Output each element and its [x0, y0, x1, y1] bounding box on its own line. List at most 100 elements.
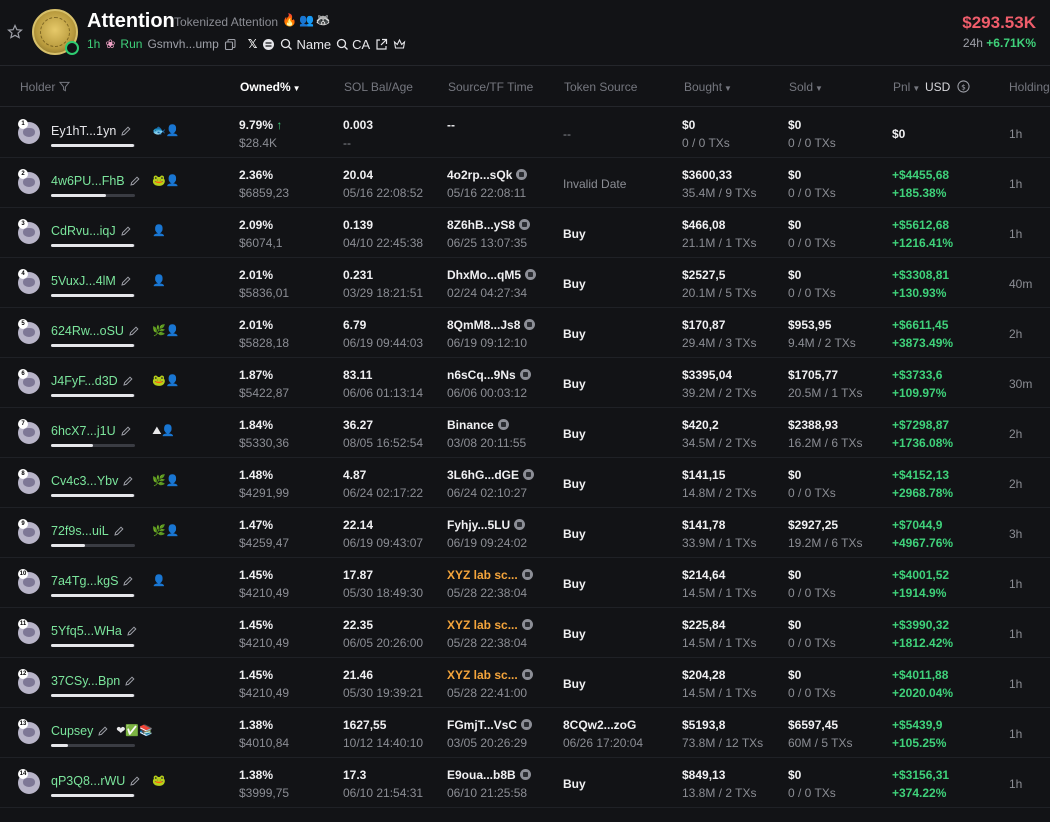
table-row[interactable]: 9 72f9s...uiL 🌿👤 1.47% $4259,47 22.14 06… [0, 508, 1050, 558]
edit-icon[interactable] [122, 575, 134, 587]
edit-icon[interactable] [113, 525, 125, 537]
funding-time: 03/08 20:11:55 [447, 436, 527, 450]
funding-source[interactable]: XYZ lab sc... [447, 618, 533, 632]
funding-time: 03/05 20:26:29 [447, 736, 528, 750]
table-row[interactable]: 8 Cv4c3...Ybv 🌿👤 1.48% $4291,99 4.87 06/… [0, 458, 1050, 508]
col-owned[interactable]: Owned% ▼ [240, 80, 301, 94]
copy-address-icon[interactable] [523, 469, 535, 480]
funding-source[interactable]: -- [447, 118, 455, 132]
funding-source[interactable]: DhxMo...qM5 [447, 268, 536, 282]
holder-address[interactable]: 6hcX7...j1U [51, 424, 132, 438]
copy-address-icon[interactable] [519, 769, 531, 780]
holder-address[interactable]: 4w6PU...FhB [51, 174, 141, 188]
funding-time: 05/28 22:38:04 [447, 636, 528, 650]
table-row[interactable]: 12 37CSy...Bpn 1.45% $4210,49 21.46 05/3… [0, 658, 1050, 708]
x-twitter-icon[interactable]: 𝕏 [248, 37, 258, 51]
table-row[interactable]: 2 4w6PU...FhB 🐸👤 2.36% $6859,23 20.04 05… [0, 158, 1050, 208]
holder-address[interactable]: 7a4Tg...kgS [51, 574, 134, 588]
funding-source[interactable]: XYZ lab sc... [447, 568, 533, 582]
bought-value: $141,15 [682, 468, 726, 482]
holding-duration: 3h [1009, 527, 1023, 541]
table-row[interactable]: 13 Cupsey ❤✅📚 1.38% $4010,84 1627,55 10/… [0, 708, 1050, 758]
funding-source[interactable]: n6sCq...9Ns [447, 368, 531, 382]
col-source[interactable]: Source/TF Time [448, 80, 533, 94]
edit-icon[interactable] [126, 625, 138, 637]
table-row[interactable]: 7 6hcX7...j1U ⛰👤 1.84% $5330,36 36.27 08… [0, 408, 1050, 458]
external-link-icon[interactable] [375, 38, 388, 51]
funding-source[interactable]: FGmjT...VsC [447, 718, 533, 732]
col-bought[interactable]: Bought ▼ [684, 80, 732, 94]
star-icon[interactable] [7, 24, 23, 40]
funding-source[interactable]: Fyhjy...5LU [447, 518, 526, 532]
funding-source[interactable]: 3L6hG...dGE [447, 468, 535, 482]
holder-address[interactable]: 624Rw...oSU [51, 324, 140, 338]
website-icon[interactable] [262, 38, 275, 51]
edit-icon[interactable] [124, 675, 136, 687]
search-name-button[interactable]: Name [280, 37, 331, 52]
crown-icon[interactable] [393, 38, 406, 51]
table-row[interactable]: 6 J4FyF...d3D 🐸👤 1.87% $5422,87 83.11 06… [0, 358, 1050, 408]
filter-icon[interactable] [58, 81, 70, 92]
copy-address-icon[interactable] [525, 269, 536, 280]
edit-icon[interactable] [129, 175, 141, 187]
token-source-address[interactable]: 8CQw2...zoG [563, 718, 636, 732]
funding-source[interactable]: 8Z6hB...yS8 [447, 218, 531, 232]
col-holding[interactable]: Holding [1009, 80, 1050, 94]
holder-address[interactable]: Cupsey [51, 724, 109, 738]
edit-icon[interactable] [122, 475, 134, 487]
edit-icon[interactable] [120, 275, 132, 287]
holder-address[interactable]: qP3Q8...rWU [51, 774, 141, 788]
holding-duration: 1h [1009, 727, 1023, 741]
funding-source[interactable]: 4o2rp...sQk [447, 168, 528, 182]
col-sold[interactable]: Sold ▼ [789, 80, 823, 94]
holder-address[interactable]: J4FyF...d3D [51, 374, 134, 388]
col-pnl[interactable]: Pnl ▼ [893, 80, 920, 94]
search-ca-button[interactable]: CA [336, 37, 370, 52]
edit-icon[interactable] [120, 225, 132, 237]
funding-source[interactable]: 8QmM8...Js8 [447, 318, 536, 332]
holder-address[interactable]: Ey1hT...1yn [51, 124, 132, 138]
holder-address[interactable]: 5VuxJ...4lM [51, 274, 132, 288]
table-row[interactable]: 5 624Rw...oSU 🌿👤 2.01% $5828,18 6.79 06/… [0, 308, 1050, 358]
copy-address-icon[interactable] [497, 419, 509, 430]
table-row[interactable]: 1 Ey1hT...1yn 🐟👤 9.79% ↑ $28.4K 0.003 --… [0, 108, 1050, 158]
holding-duration: 1h [1009, 677, 1023, 691]
holder-address[interactable]: Cv4c3...Ybv [51, 474, 134, 488]
edit-icon[interactable] [128, 325, 140, 337]
copy-address-icon[interactable] [519, 219, 531, 230]
copy-address-icon[interactable] [516, 169, 528, 180]
col-token-source[interactable]: Token Source [564, 80, 637, 94]
copy-address-icon[interactable] [521, 569, 533, 580]
funding-source[interactable]: E9oua...b8B [447, 768, 531, 782]
funding-source[interactable]: Binance [447, 418, 509, 432]
edit-icon[interactable] [129, 775, 141, 787]
edit-icon[interactable] [120, 125, 132, 137]
copy-address-icon[interactable] [519, 369, 531, 380]
edit-icon[interactable] [97, 725, 109, 737]
currency-toggle[interactable]: USD $ [925, 80, 970, 94]
table-row[interactable]: 3 CdRvu...iqJ 👤 2.09% $6074,1 0.139 04/1… [0, 208, 1050, 258]
col-sol-bal[interactable]: SOL Bal/Age [344, 80, 413, 94]
wallet-tags: 🐸👤 [152, 175, 180, 187]
holder-address[interactable]: 5Yfq5...WHa [51, 624, 138, 638]
holder-address[interactable]: 72f9s...uiL [51, 524, 125, 538]
edit-icon[interactable] [122, 375, 134, 387]
copy-address-icon[interactable] [521, 719, 533, 730]
col-holder[interactable]: Holder [20, 80, 70, 94]
token-address[interactable]: Gsmvh...ump [147, 37, 218, 51]
funding-source[interactable]: XYZ lab sc... [447, 668, 533, 682]
table-row[interactable]: 4 5VuxJ...4lM 👤 2.01% $5836,01 0.231 03/… [0, 258, 1050, 308]
copy-address-icon[interactable] [521, 619, 533, 630]
copy-address-icon[interactable] [521, 669, 533, 680]
copy-address-icon[interactable] [524, 319, 536, 330]
copy-icon[interactable] [224, 38, 237, 51]
pnl-percent: +1216.41% [892, 236, 954, 250]
holder-address[interactable]: CdRvu...iqJ [51, 224, 132, 238]
sold-value: $0 [788, 768, 802, 782]
edit-icon[interactable] [120, 425, 132, 437]
table-row[interactable]: 11 5Yfq5...WHa 1.45% $4210,49 22.35 06/0… [0, 608, 1050, 658]
copy-address-icon[interactable] [514, 519, 526, 530]
holder-address[interactable]: 37CSy...Bpn [51, 674, 136, 688]
table-row[interactable]: 10 7a4Tg...kgS 👤 1.45% $4210,49 17.87 05… [0, 558, 1050, 608]
table-row[interactable]: 14 qP3Q8...rWU 🐸 1.38% $3999,75 17.3 06/… [0, 758, 1050, 808]
